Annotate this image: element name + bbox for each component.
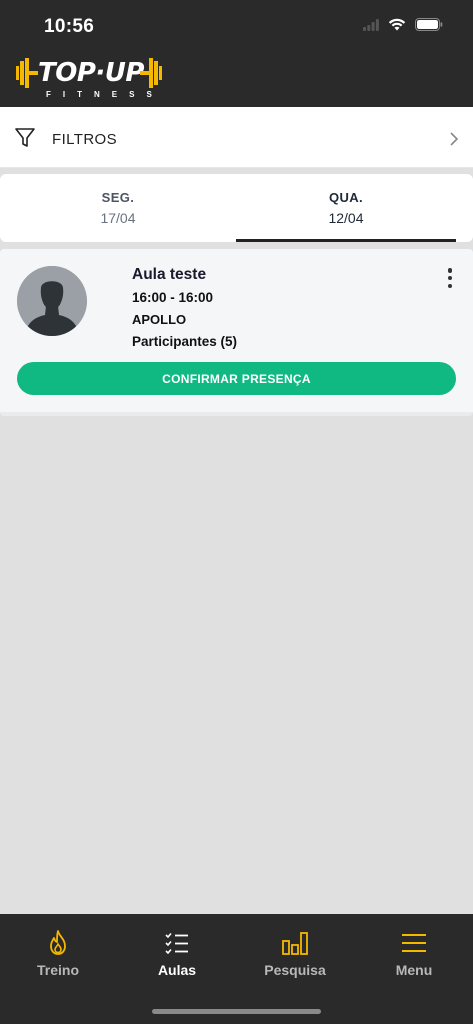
tab-day-label: SEG. [101,190,135,205]
participants-link[interactable]: Participantes (5) [132,334,237,349]
home-indicator [152,1009,321,1014]
status-time: 10:56 [44,16,95,37]
nav-item-menu[interactable]: Menu [355,930,473,978]
wifi-icon [388,18,406,31]
nav-item-aulas[interactable]: Aulas [118,930,236,978]
nav-label: Menu [395,962,433,978]
confirm-presence-button[interactable]: CONFIRMAR PRESENÇA [17,362,456,395]
nav-item-treino[interactable]: Treino [0,930,117,978]
nav-label: Aulas [157,962,197,978]
filter-icon [15,128,35,147]
battery-icon [415,18,443,31]
hamburger-menu-icon [402,934,426,952]
filters-label: FILTROS [52,131,118,148]
tab-wednesday[interactable]: QUA. 12/04 [236,174,456,242]
class-time: 16:00 - 16:00 [132,290,214,305]
logo-sub-text: FITNESS [46,90,164,99]
more-options-icon[interactable] [447,268,453,288]
brand-logo: TOP·UP FITNESS [16,58,162,102]
nav-item-pesquisa[interactable]: Pesquisa [236,930,354,978]
tab-day-label: QUA. [328,190,364,205]
day-tabs: SEG. 17/04 QUA. 12/04 [0,174,473,242]
logo-main-text: TOP·UP [38,58,144,88]
dumbbell-right-icon [140,58,162,88]
nav-label: Pesquisa [264,962,326,978]
filters-row[interactable]: FILTROS [0,107,473,168]
tab-date-label: 17/04 [100,210,136,226]
avatar [17,266,87,336]
active-tab-indicator [236,239,456,242]
bottom-navigation: Treino Aulas Pesquisa Menu [0,914,473,1024]
bar-chart-icon [282,932,308,955]
tab-date-label: 12/04 [328,210,364,226]
app-header: 10:56 TOP·UP FITNESS [0,0,473,107]
class-instructor: APOLLO [132,312,187,327]
chevron-right-icon [450,132,459,146]
tab-monday[interactable]: SEG. 17/04 [0,174,236,242]
status-icons [363,18,443,31]
nav-label: Treino [36,962,79,978]
class-title: Aula teste [132,266,207,283]
flame-icon [50,930,66,955]
class-card[interactable]: Aula teste 16:00 - 16:00 APOLLO Particip… [0,249,473,416]
checklist-icon [165,932,188,954]
signal-icon [363,18,379,31]
dumbbell-left-icon [16,58,38,88]
user-silhouette-icon [17,266,87,336]
